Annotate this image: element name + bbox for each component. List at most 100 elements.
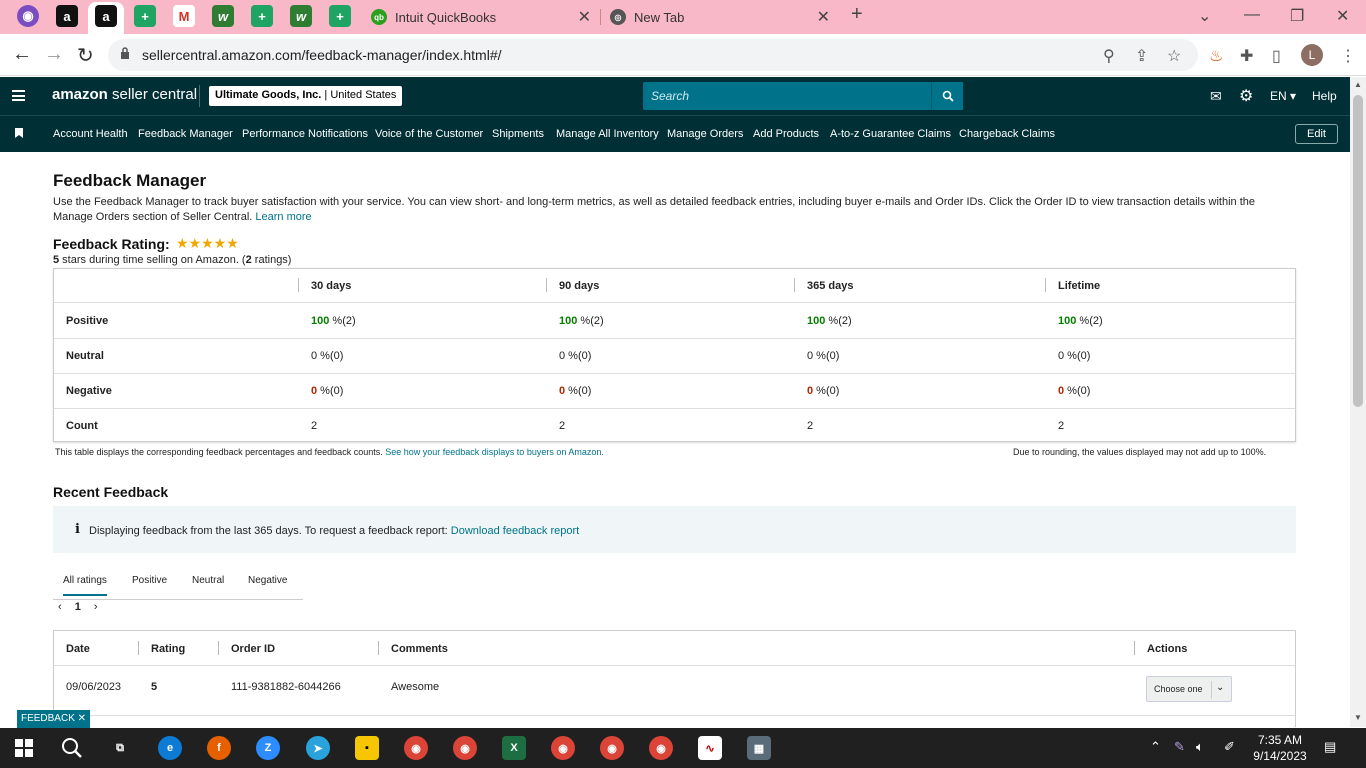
share-icon[interactable]: ⇪ [1135,46,1148,66]
task-view-icon[interactable]: ⧉ [108,736,132,760]
windows-start-icon[interactable] [15,739,33,757]
notifications-icon[interactable]: ▤ [1324,739,1336,755]
nav-feedback-manager[interactable]: Feedback Manager [138,128,233,140]
nav-shipments[interactable]: Shipments [492,128,544,140]
nav-performance-notifications[interactable]: Performance Notifications [242,128,368,140]
nav-a-to-z-claims[interactable]: A-to-z Guarantee Claims [830,128,951,140]
prev-page-icon[interactable]: ‹ [58,601,62,613]
edit-nav-button[interactable]: Edit [1295,124,1338,144]
mail-icon[interactable]: ✉ [1210,88,1222,105]
order-id-link[interactable]: 111-9381882-6044266 [231,681,341,693]
minimize-icon[interactable]: — [1244,6,1260,24]
row-label: Count [66,420,98,432]
amazon-active-tab-icon[interactable]: a [95,5,117,27]
table-cell: 0 %(0) [807,350,840,362]
address-bar[interactable]: sellercentral.amazon.com/feedback-manage… [108,39,1198,71]
column-header-365-days: 365 days [807,280,854,292]
tab-all-ratings[interactable]: All ratings [63,575,107,596]
feedback-tab-button[interactable]: FEEDBACK ✕ [17,710,90,728]
seller-central-logo[interactable]: amazon seller central [52,86,197,103]
search-input[interactable]: Search [651,89,689,103]
browser-menu-icon[interactable]: ⋮ [1340,46,1356,66]
hamburger-menu-icon[interactable] [12,90,25,101]
chrome-icon-5[interactable]: ◉ [649,736,673,760]
new-tab-icon[interactable]: + [851,3,863,26]
scroll-up-icon[interactable]: ▲ [1354,80,1362,89]
sheets-tab-icon-2[interactable]: + [251,5,273,27]
pen-icon[interactable]: ✐ [1224,739,1235,755]
gmail-tab-icon[interactable]: M [173,5,195,27]
back-icon[interactable]: ← [12,43,32,66]
search-icon[interactable] [61,737,83,759]
tray-app-icon[interactable]: ✎ [1174,739,1185,755]
nav-voice-of-customer[interactable]: Voice of the Customer [375,128,483,140]
edge-icon[interactable]: e [158,736,182,760]
sheets-tab-icon-3[interactable]: + [329,5,351,27]
search-bar[interactable]: Search [643,82,963,110]
zoom-app-icon[interactable]: Z [256,736,280,760]
scrollbar-thumb[interactable] [1353,95,1363,407]
settings-gear-icon[interactable]: ⚙ [1239,86,1253,106]
feedback-display-link[interactable]: See how your feedback displays to buyers… [385,447,604,457]
bookmark-star-icon[interactable]: ☆ [1167,46,1181,66]
reload-icon[interactable]: ↻ [77,43,94,68]
tab-quickbooks[interactable]: qb Intuit QuickBooks ✕ [371,4,591,30]
learn-more-link[interactable]: Learn more [255,211,311,223]
restore-icon[interactable]: ❐ [1290,6,1304,26]
page-scrollbar[interactable]: ▲ ▼ [1350,77,1366,727]
tab-neutral[interactable]: Neutral [192,575,224,586]
volume-icon[interactable]: 🔈︎ [1196,739,1204,755]
download-report-link[interactable]: Download feedback report [451,525,579,537]
tab-negative[interactable]: Negative [248,575,287,586]
extension-fire-icon[interactable]: ♨ [1209,46,1223,66]
column-divider [138,641,139,655]
table-cell: 2 [311,420,318,432]
telegram-icon[interactable]: ➤ [306,736,330,760]
chrome-icon-3[interactable]: ◉ [551,736,575,760]
nav-manage-all-inventory[interactable]: Manage All Inventory [556,128,659,140]
profile-avatar[interactable]: L [1301,44,1323,66]
zoom-icon[interactable]: ⚲ [1103,46,1115,66]
current-page[interactable]: 1 [75,601,81,613]
logo-divider [199,85,200,107]
help-link[interactable]: Help [1312,89,1337,103]
scroll-down-icon[interactable]: ▼ [1354,713,1362,722]
chart-app-icon[interactable]: ∿ [698,736,722,760]
nav-chargeback-claims[interactable]: Chargeback Claims [959,128,1055,140]
nav-account-health[interactable]: Account Health [53,128,128,140]
w-tab-icon-2[interactable]: w [290,5,312,27]
nav-manage-orders[interactable]: Manage Orders [667,128,743,140]
system-clock[interactable]: 7:35 AM 9/14/2023 [1250,732,1310,764]
table-row: 09/06/2023 5 111-9381882-6044266 Awesome… [54,666,1295,716]
table-cell: 0 %(0) [559,385,592,397]
side-panel-icon[interactable]: ▯ [1272,46,1281,66]
account-switcher[interactable]: Ultimate Goods, Inc. | United States [209,86,403,106]
firefox-icon[interactable]: f [207,736,231,760]
tray-overflow-icon[interactable]: ⌃ [1150,739,1161,755]
next-page-icon[interactable]: › [94,601,98,613]
tab-new-tab[interactable]: ◎ New Tab ✕ [610,4,830,30]
calculator-icon[interactable]: ▦ [747,736,771,760]
close-tab-icon[interactable]: ✕ [578,7,591,27]
excel-icon[interactable]: X [502,736,526,760]
extensions-puzzle-icon[interactable]: ✚ [1240,46,1253,66]
bookmark-icon[interactable] [15,128,23,138]
tab-positive[interactable]: Positive [132,575,167,586]
pinned-tab-icon[interactable]: ◉ [17,5,39,27]
forward-icon[interactable]: → [44,43,64,66]
chrome-icon-2[interactable]: ◉ [453,736,477,760]
table-cell: 0 %(0) [807,385,840,397]
search-button[interactable] [931,82,963,110]
chrome-icon-4[interactable]: ◉ [600,736,624,760]
w-tab-icon[interactable]: w [212,5,234,27]
nav-add-products[interactable]: Add Products [753,128,819,140]
chrome-icon[interactable]: ◉ [404,736,428,760]
sticky-notes-icon[interactable]: ▪ [355,736,379,760]
close-tab-icon[interactable]: ✕ [817,7,830,27]
close-window-icon[interactable]: ✕ [1336,6,1349,26]
tab-search-icon[interactable]: ⌄ [1198,6,1211,26]
actions-dropdown[interactable]: Choose one ⌄ [1146,676,1232,702]
amazon-pinned-tab-icon[interactable]: a [56,5,78,27]
sheets-tab-icon[interactable]: + [134,5,156,27]
language-selector[interactable]: EN ▾ [1270,89,1296,103]
